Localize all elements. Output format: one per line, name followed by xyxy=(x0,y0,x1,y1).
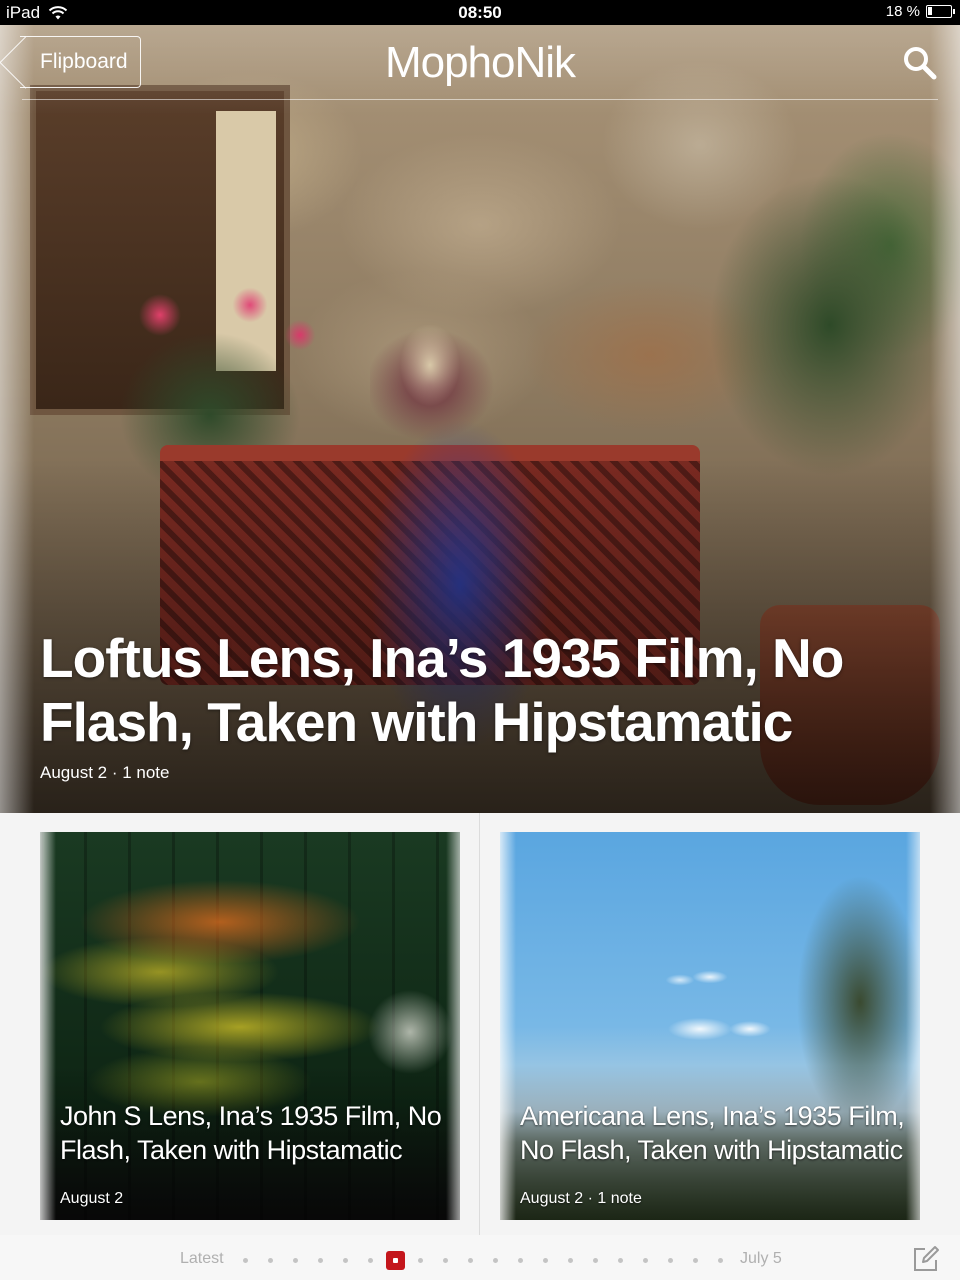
page-dot[interactable] xyxy=(368,1258,373,1263)
battery-icon xyxy=(926,5,955,18)
page-dot[interactable] xyxy=(643,1258,648,1263)
article-card-meta: August 2 · 1 note xyxy=(520,1190,642,1207)
page-dot[interactable] xyxy=(318,1258,323,1263)
page-dot-active[interactable] xyxy=(386,1251,405,1270)
article-card-title: Americana Lens, Ina’s 1935 Film, No Flas… xyxy=(520,1101,905,1165)
article-card[interactable]: John S Lens, Ina’s 1935 Film, No Flash, … xyxy=(40,832,460,1220)
status-bar: iPad 08:50 18 % xyxy=(0,0,960,25)
page-dot[interactable] xyxy=(343,1258,348,1263)
search-icon[interactable] xyxy=(902,45,938,81)
page-dot[interactable] xyxy=(568,1258,573,1263)
page-dot[interactable] xyxy=(268,1258,273,1263)
hero-meta: August 2 · 1 note xyxy=(40,763,170,782)
page-dot[interactable] xyxy=(493,1258,498,1263)
page-dot[interactable] xyxy=(468,1258,473,1263)
battery-percent: 18 % xyxy=(885,3,920,20)
page-title: MophoNik xyxy=(384,38,576,87)
article-card[interactable]: Americana Lens, Ina’s 1935 Film, No Flas… xyxy=(500,832,920,1220)
page-dot[interactable] xyxy=(443,1258,448,1263)
nav-bar: Flipboard MophoNik xyxy=(0,25,960,100)
battery-level xyxy=(928,7,932,15)
nav-divider xyxy=(22,99,938,100)
status-time: 08:50 xyxy=(458,3,502,22)
page-dot[interactable] xyxy=(293,1258,298,1263)
status-right: 18 % xyxy=(885,3,955,20)
page-footer: Latest July 5 xyxy=(0,1235,960,1280)
pager-start-label[interactable]: Latest xyxy=(180,1250,224,1268)
page-dot[interactable] xyxy=(543,1258,548,1263)
grid-divider xyxy=(479,813,480,1235)
page-dot[interactable] xyxy=(618,1258,623,1263)
compose-icon[interactable] xyxy=(912,1245,940,1273)
article-card-title: John S Lens, Ina’s 1935 Film, No Flash, … xyxy=(60,1101,442,1165)
article-card-meta: August 2 xyxy=(60,1190,124,1207)
article-grid: John S Lens, Ina’s 1935 Film, No Flash, … xyxy=(0,813,960,1235)
page-dot[interactable] xyxy=(718,1258,723,1263)
page-dot[interactable] xyxy=(418,1258,423,1263)
page-dot[interactable] xyxy=(593,1258,598,1263)
hero-title[interactable]: Loftus Lens, Ina’s 1935 Film, No Flash, … xyxy=(40,626,900,754)
pager-end-label[interactable]: July 5 xyxy=(740,1250,782,1268)
page-dot[interactable] xyxy=(518,1258,523,1263)
page-dot[interactable] xyxy=(693,1258,698,1263)
page-dot[interactable] xyxy=(243,1258,248,1263)
page-dot[interactable] xyxy=(668,1258,673,1263)
